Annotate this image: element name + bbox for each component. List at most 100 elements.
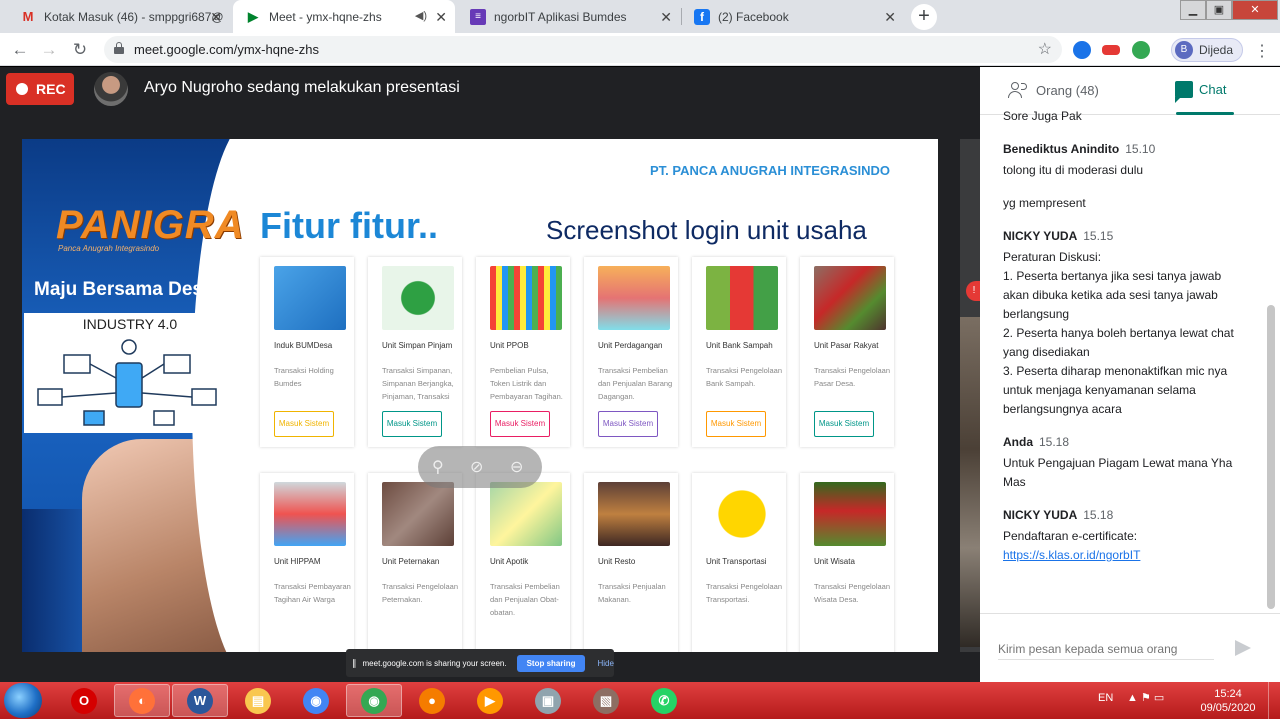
feature-card-description: Transaksi Pengelolaan Bank Sampah.	[706, 366, 783, 388]
close-window-button[interactable]: ✕	[1232, 0, 1278, 20]
chat-message-input[interactable]	[998, 638, 1214, 660]
masuk-sistem-button[interactable]: Masuk Sistem	[382, 411, 442, 437]
presenting-banner: Aryo Nugroho sedang melakukan presentasi	[144, 79, 460, 96]
taskbar-app-button[interactable]: ▤	[230, 684, 286, 717]
language-indicator[interactable]: EN	[1098, 692, 1113, 704]
chat-message-header: NICKY YUDA 15.18	[1003, 506, 1270, 524]
lock-icon[interactable]	[114, 42, 124, 54]
system-tray-icons[interactable]: ▲ ⚑ ▭	[1127, 691, 1164, 704]
browser-tab-gmail[interactable]: M Kotak Masuk (46) - smppgri687@ ✕	[8, 0, 230, 33]
taskbar-app-button[interactable]: W	[172, 684, 228, 717]
chrome-profile-icon: ◉	[361, 687, 387, 714]
presentation-overlay-controls[interactable]: ⚲ ⊘ ⊖	[418, 446, 542, 488]
browser-tab-meet[interactable]: ▶ Meet - ymx-hqne-zhs ◀) ✕	[233, 0, 455, 33]
masuk-sistem-button[interactable]: Masuk Sistem	[598, 411, 658, 437]
send-icon[interactable]	[1235, 640, 1251, 656]
slide-title: Fitur fitur..	[260, 205, 438, 246]
feature-card-description: Transaksi Penjualan Makanan.	[598, 582, 666, 604]
browser-tab-strip: M Kotak Masuk (46) - smppgri687@ ✕ ▶ Mee…	[0, 0, 1280, 33]
people-icon	[1008, 81, 1030, 99]
address-bar[interactable]: meet.google.com/ymx-hqne-zhs ☆	[104, 36, 1062, 63]
feature-card-description: Transaksi Pembelian dan Penjualan Obat-o…	[490, 582, 560, 617]
masuk-sistem-button[interactable]: Masuk Sistem	[274, 411, 334, 437]
chat-message-text: Sore Juga Pak	[1003, 109, 1082, 123]
close-tab-icon[interactable]: ✕	[660, 9, 672, 26]
feature-card: Unit Resto Transaksi Penjualan Makanan.	[584, 473, 678, 652]
feature-card-description: Transaksi Pengelolaan Peternakan.	[382, 582, 459, 604]
mute-icon[interactable]: ⊘	[470, 457, 483, 477]
taskbar-app-button[interactable]: ◉	[288, 684, 344, 717]
close-tab-icon[interactable]: ✕	[435, 9, 447, 26]
participant-video-thumb[interactable]	[960, 317, 980, 647]
drag-handle-icon[interactable]: ∥	[352, 658, 357, 669]
back-arrow-icon[interactable]: ←	[9, 39, 31, 61]
extension-blue-icon[interactable]	[1073, 41, 1091, 59]
feature-card: Unit Apotik Transaksi Pembelian dan Penju…	[476, 473, 570, 652]
maximize-button[interactable]: ▣	[1206, 0, 1232, 20]
extension-red-icon[interactable]	[1102, 45, 1120, 55]
audio-playing-icon[interactable]: ◀)	[415, 9, 427, 22]
chat-message-text: 2. Peserta hanya boleh bertanya lewat ch…	[1003, 326, 1234, 340]
minimize-button[interactable]: ▁	[1180, 0, 1206, 20]
more-menu-icon[interactable]: ⋮	[1254, 41, 1270, 61]
feature-card-description: Transaksi Pengelolaan Pasar Desa.	[814, 366, 891, 388]
chat-message-text: untuk menjaga kenyamanan selama	[1003, 383, 1196, 397]
feature-card-description: Transaksi Pengelolaan Transportasi.	[706, 582, 783, 604]
chat-message-header: Benediktus Anindito 15.10	[1003, 140, 1270, 158]
browser-tab-facebook[interactable]: f (2) Facebook ✕	[682, 0, 904, 33]
avast-icon: ●	[419, 687, 445, 714]
taskbar-app-button[interactable]: ▧	[578, 684, 634, 717]
browser-tab-form[interactable]: ≡ ngorbIT Aplikasi Bumdes ✕	[458, 0, 680, 33]
taskbar-app-button[interactable]: ●	[404, 684, 460, 717]
pin-icon[interactable]: ⚲	[432, 457, 444, 477]
profile-button[interactable]: B Dijeda	[1171, 38, 1243, 62]
media-player-icon: ▶	[477, 687, 503, 714]
masuk-sistem-button[interactable]: Masuk Sistem	[490, 411, 550, 437]
chat-messages[interactable]: Sore Juga Pak Benediktus Anindito 15.10 tol…	[980, 107, 1270, 613]
feature-card-name: Unit Pasar Rakyat	[814, 341, 879, 350]
record-dot-icon	[16, 83, 28, 95]
gmail-icon: M	[22, 9, 34, 24]
start-button[interactable]	[4, 683, 42, 718]
bookmark-star-icon[interactable]: ☆	[1038, 39, 1052, 59]
close-tab-icon[interactable]: ✕	[884, 9, 896, 26]
taskbar-app-button[interactable]: ◐	[114, 684, 170, 717]
feature-card: Unit HIPPAM Transaksi Pembayaran Tagihan …	[260, 473, 354, 652]
feature-card: Unit Bank Sampah Transaksi Pengelolaan Ba…	[692, 257, 786, 447]
new-tab-button[interactable]: +	[911, 4, 937, 30]
feature-card-image	[490, 482, 562, 546]
hide-button[interactable]: Hide	[597, 659, 613, 668]
presenter-avatar	[94, 72, 128, 106]
tab-chat[interactable]: Chat	[1175, 81, 1226, 103]
meet-stage: REC Aryo Nugroho sedang melakukan presen…	[0, 67, 982, 682]
forward-arrow-icon[interactable]: →	[38, 39, 60, 61]
taskbar-app-button[interactable]: ✆	[636, 684, 692, 717]
side-panel: Orang (48) Chat Sore Juga Pak Benediktus …	[980, 67, 1280, 682]
remove-icon[interactable]: ⊖	[510, 457, 523, 477]
tab-people[interactable]: Orang (48)	[1008, 81, 1099, 99]
chat-message-text: Peraturan Diskusi:	[1003, 250, 1102, 264]
chat-compose	[980, 613, 1280, 682]
extension-green-icon[interactable]	[1132, 41, 1150, 59]
chat-message: Benediktus Anindito 15.10 tolong itu di mo…	[1003, 140, 1270, 180]
taskbar-app-button[interactable]: ▶	[462, 684, 518, 717]
clock[interactable]: 15:24 09/05/2020	[1198, 687, 1258, 715]
tab-title: ngorbIT Aplikasi Bumdes	[494, 9, 627, 24]
taskbar-app-button[interactable]: ▣	[520, 684, 576, 717]
close-tab-icon[interactable]: ✕	[210, 9, 222, 26]
network-icon: ▣	[535, 687, 561, 714]
whatsapp-icon: ✆	[651, 687, 677, 714]
masuk-sistem-button[interactable]: Masuk Sistem	[814, 411, 874, 437]
taskbar-app-button[interactable]: O	[56, 684, 112, 717]
reload-icon[interactable]: ↻	[69, 39, 91, 61]
url-text[interactable]: meet.google.com/ymx-hqne-zhs	[134, 42, 319, 57]
feature-card: Induk BUMDesa Transaksi Holding Bumdes Mas…	[260, 257, 354, 447]
chat-scrollbar[interactable]	[1267, 305, 1275, 609]
show-desktop-button[interactable]	[1268, 682, 1280, 719]
stop-sharing-button[interactable]: Stop sharing	[516, 654, 586, 672]
feature-card-name: Unit Peternakan	[382, 557, 440, 566]
taskbar-app-button[interactable]: ◉	[346, 684, 402, 717]
masuk-sistem-button[interactable]: Masuk Sistem	[706, 411, 766, 437]
chat-link[interactable]: https://s.klas.or.id/ngorbIT	[1003, 548, 1140, 562]
participant-tile-strip[interactable]: !	[960, 139, 982, 652]
